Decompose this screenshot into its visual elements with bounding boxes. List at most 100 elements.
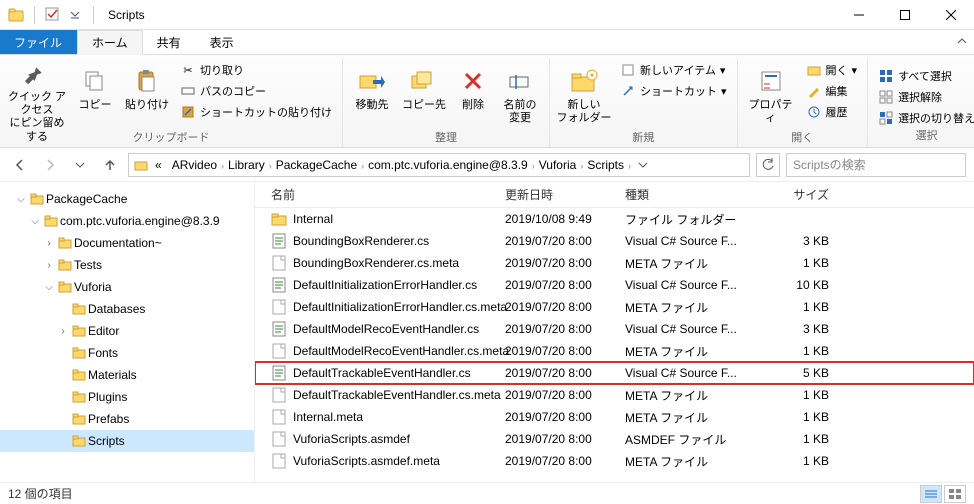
file-row[interactable]: DefaultTrackableEventHandler.cs.meta2019… [255, 384, 974, 406]
select-none-icon [878, 89, 894, 105]
forward-button[interactable] [38, 153, 62, 177]
new-item-button[interactable]: 新しいアイテム ▾ [616, 61, 731, 79]
expand-icon[interactable]: › [42, 260, 56, 271]
tab-view[interactable]: 表示 [196, 30, 249, 54]
file-row[interactable]: DefaultModelRecoEventHandler.cs.meta2019… [255, 340, 974, 362]
file-row[interactable]: DefaultInitializationErrorHandler.cs2019… [255, 274, 974, 296]
copy-button[interactable]: コピー [72, 61, 118, 129]
shortcut-icon [180, 104, 196, 120]
app-icon [8, 7, 24, 23]
breadcrumb-item[interactable]: Library [224, 158, 269, 172]
tree-item[interactable]: ›Editor [0, 320, 254, 342]
file-row[interactable]: Internal2019/10/08 9:49ファイル フォルダー [255, 208, 974, 230]
details-view-button[interactable] [920, 485, 942, 503]
expand-icon[interactable]: › [56, 326, 70, 337]
tree-item[interactable]: Prefabs [0, 408, 254, 430]
select-all-button[interactable]: すべて選択 [874, 67, 974, 85]
file-icon [271, 453, 287, 469]
tree-item[interactable]: ⌵PackageCache [0, 188, 254, 210]
file-date: 2019/07/20 8:00 [505, 454, 625, 468]
refresh-button[interactable] [756, 153, 780, 177]
minimize-button[interactable] [836, 0, 882, 30]
col-type[interactable]: 種類 [625, 186, 765, 203]
tree-item[interactable]: ⌵com.ptc.vuforia.engine@8.3.9 [0, 210, 254, 232]
back-button[interactable] [8, 153, 32, 177]
up-button[interactable] [98, 153, 122, 177]
file-date: 2019/07/20 8:00 [505, 432, 625, 446]
breadcrumb-item[interactable]: ARvideo [168, 158, 221, 172]
col-name[interactable]: 名前 [255, 186, 505, 203]
invert-selection-button[interactable]: 選択の切り替え [874, 109, 974, 127]
file-row[interactable]: Internal.meta2019/07/20 8:00META ファイル1 K… [255, 406, 974, 428]
breadcrumb-box[interactable]: « ARvideo›Library›PackageCache›com.ptc.v… [128, 153, 750, 177]
breadcrumb-item[interactable]: PackageCache [272, 158, 361, 172]
tree-item[interactable]: ›Documentation~ [0, 232, 254, 254]
file-name: DefaultTrackableEventHandler.cs.meta [293, 388, 501, 402]
breadcrumb-item[interactable]: Vuforia [535, 158, 581, 172]
tree-item[interactable]: Materials [0, 364, 254, 386]
tree-item[interactable]: Scripts [0, 430, 254, 452]
tree-label: Plugins [88, 390, 127, 404]
tree-item[interactable]: Plugins [0, 386, 254, 408]
ribbon-collapse-icon[interactable] [950, 30, 974, 54]
new-item-icon [620, 62, 636, 78]
file-row[interactable]: DefaultModelRecoEventHandler.cs2019/07/2… [255, 318, 974, 340]
file-date: 2019/07/20 8:00 [505, 344, 625, 358]
qa-check-icon[interactable] [45, 7, 61, 23]
copy-to-button[interactable]: コピー先 [399, 61, 449, 129]
history-button[interactable]: 履歴 [802, 103, 862, 121]
thumbnails-view-button[interactable] [944, 485, 966, 503]
recent-dropdown[interactable] [68, 153, 92, 177]
file-row[interactable]: DefaultTrackableEventHandler.cs2019/07/2… [255, 362, 974, 384]
expand-icon[interactable]: ⌵ [42, 282, 56, 293]
paste-icon [131, 65, 163, 97]
breadcrumb-item[interactable]: Scripts [583, 158, 628, 172]
tree-item[interactable]: ⌵Vuforia [0, 276, 254, 298]
tree-item[interactable]: Databases [0, 298, 254, 320]
column-headers[interactable]: 名前 更新日時 種類 サイズ [255, 182, 974, 208]
file-row[interactable]: VuforiaScripts.asmdef2019/07/20 8:00ASMD… [255, 428, 974, 450]
rename-button[interactable]: 名前の 変更 [497, 61, 543, 129]
expand-icon[interactable]: ⌵ [28, 216, 42, 227]
path-icon [180, 83, 196, 99]
select-none-button[interactable]: 選択解除 [874, 88, 974, 106]
col-date[interactable]: 更新日時 [505, 186, 625, 203]
file-name: DefaultModelRecoEventHandler.cs [293, 322, 479, 336]
maximize-button[interactable] [882, 0, 928, 30]
chevron-right-icon[interactable]: › [628, 161, 631, 171]
open-button[interactable]: 開く ▾ [802, 61, 862, 79]
search-input[interactable]: Scriptsの検索 [786, 153, 966, 177]
file-type: META ファイル [625, 343, 765, 360]
new-folder-button[interactable]: ✦新しい フォルダー [556, 61, 612, 129]
file-name: VuforiaScripts.asmdef [293, 432, 410, 446]
tab-share[interactable]: 共有 [143, 30, 196, 54]
close-button[interactable] [928, 0, 974, 30]
delete-button[interactable]: 削除 [453, 61, 493, 129]
paste-button[interactable]: 貼り付け [122, 61, 172, 129]
expand-icon[interactable]: › [42, 238, 56, 249]
breadcrumb-item[interactable]: com.ptc.vuforia.engine@8.3.9 [364, 158, 532, 172]
copy-path-button[interactable]: パスのコピー [176, 82, 336, 100]
edit-button[interactable]: 編集 [802, 82, 862, 100]
shortcut-button[interactable]: ショートカット ▾ [616, 82, 731, 100]
move-to-button[interactable]: 移動先 [349, 61, 395, 129]
tree-item[interactable]: Fonts [0, 342, 254, 364]
pin-quickaccess-button[interactable]: クイック アクセス にピン留めする [6, 61, 68, 129]
qa-dropdown-icon[interactable] [67, 7, 83, 23]
properties-button[interactable]: プロパティ [744, 61, 798, 129]
open-group-label: 開く [744, 129, 862, 147]
tree-item[interactable]: ›Tests [0, 254, 254, 276]
paste-shortcut-button[interactable]: ショートカットの貼り付け [176, 103, 336, 121]
cut-button[interactable]: ✂切り取り [176, 61, 336, 79]
file-row[interactable]: DefaultInitializationErrorHandler.cs.met… [255, 296, 974, 318]
expand-icon[interactable]: ⌵ [14, 194, 28, 205]
address-dropdown[interactable] [633, 160, 653, 170]
tab-home[interactable]: ホーム [77, 30, 143, 55]
file-name: VuforiaScripts.asmdef.meta [293, 454, 440, 468]
tab-file[interactable]: ファイル [0, 30, 77, 54]
col-size[interactable]: サイズ [765, 186, 845, 203]
file-row[interactable]: BoundingBoxRenderer.cs2019/07/20 8:00Vis… [255, 230, 974, 252]
tree-panel[interactable]: ⌵PackageCache⌵com.ptc.vuforia.engine@8.3… [0, 182, 255, 482]
file-row[interactable]: VuforiaScripts.asmdef.meta 2019/07/20 8:0… [255, 450, 974, 472]
file-row[interactable]: BoundingBoxRenderer.cs.meta2019/07/20 8:… [255, 252, 974, 274]
